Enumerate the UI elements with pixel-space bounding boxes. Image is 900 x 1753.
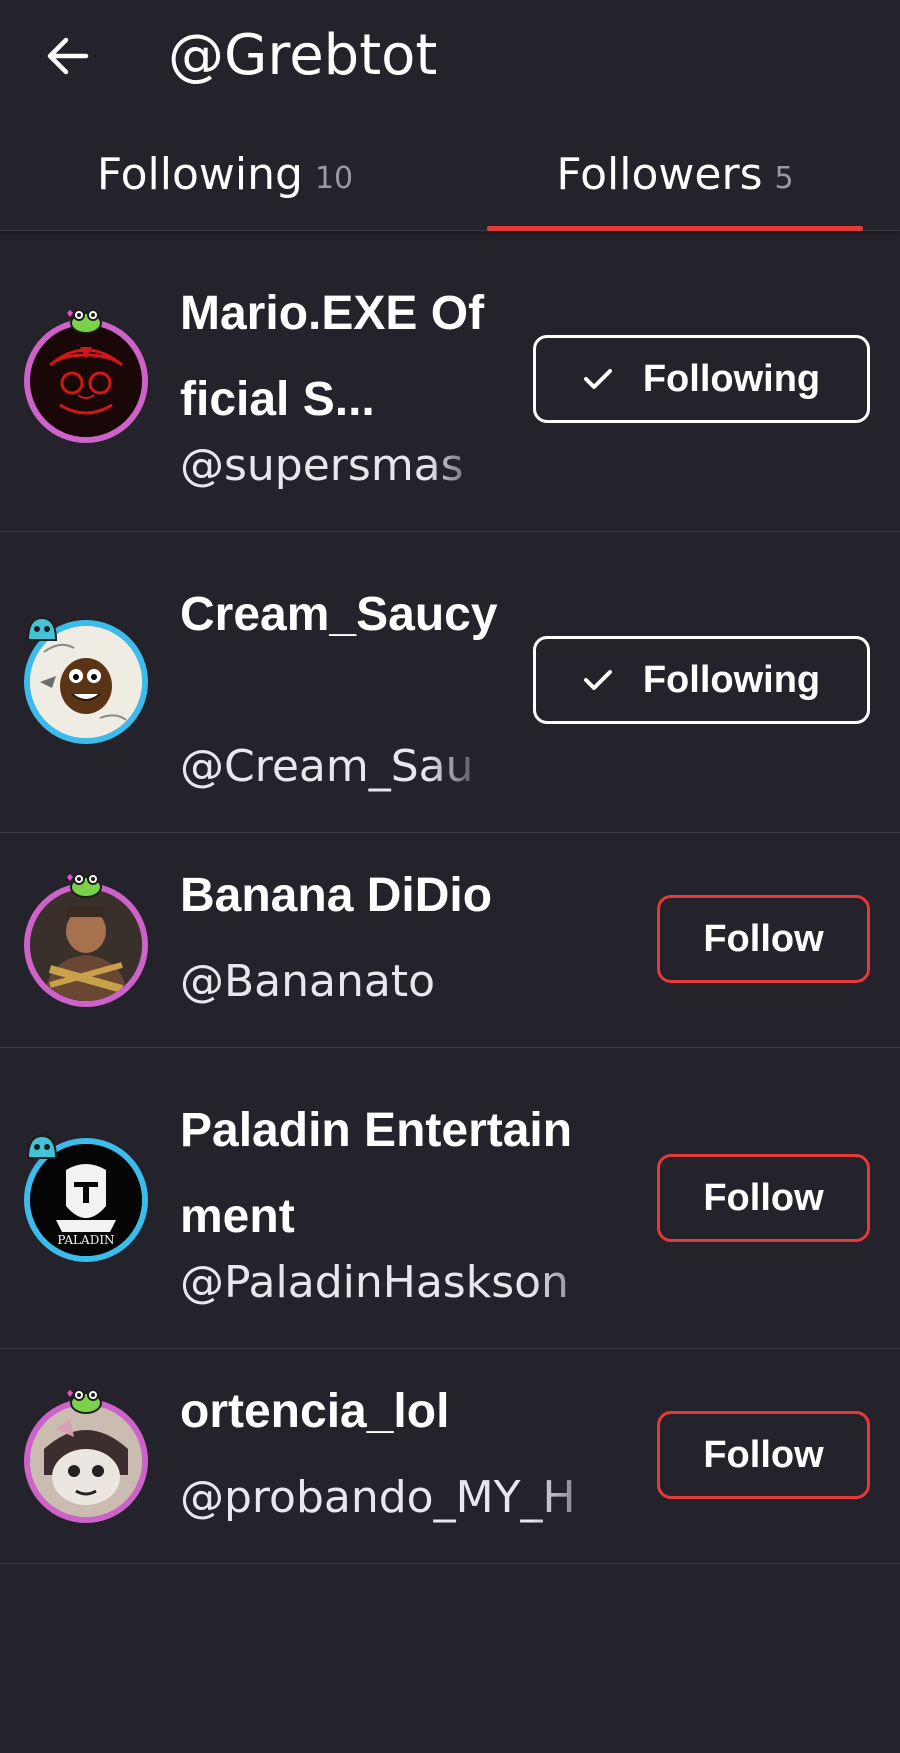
user-handle: @Cream_Sau — [180, 741, 474, 792]
avatar[interactable]: PALADIN — [24, 1134, 148, 1262]
following-button-label: Following — [642, 658, 821, 701]
following-button[interactable]: Following — [533, 636, 870, 724]
user-handle: @PaladinHaskson — [180, 1257, 569, 1308]
avatar[interactable] — [24, 309, 148, 443]
follow-button[interactable]: Follow — [657, 1411, 870, 1499]
avatar-image — [24, 1399, 148, 1523]
tab-bar: Following 10 Followers 5 — [0, 118, 900, 231]
follow-button[interactable]: Follow — [657, 895, 870, 983]
avatar-logo-text: PALADIN — [57, 1233, 114, 1247]
tab-followers[interactable]: Followers 5 — [450, 118, 900, 230]
arrow-left-icon — [47, 37, 89, 75]
list-item[interactable]: ortencia_lol @probando_MY_H Follow — [0, 1349, 900, 1564]
followers-list: Mario.EXE Official S... @supersmas Follo… — [0, 231, 900, 1564]
page-title: @Grebtot — [168, 23, 438, 88]
following-button-label: Following — [642, 357, 821, 400]
ghost-badge-icon — [26, 1134, 58, 1159]
avatar-image — [24, 319, 148, 443]
avatar-image — [24, 883, 148, 1007]
check-icon — [583, 668, 613, 692]
user-handle: @probando_MY_H — [180, 1472, 576, 1523]
user-name[interactable]: Banana DiDio — [180, 853, 600, 939]
user-name[interactable]: Paladin Entertainment — [180, 1088, 600, 1260]
following-button[interactable]: Following — [533, 335, 870, 423]
frog-badge-icon — [67, 309, 102, 334]
user-name[interactable]: Cream_Saucy — [180, 572, 500, 658]
tab-following-label: Following — [96, 148, 303, 200]
list-item[interactable]: Banana DiDio @Bananato Follow — [0, 833, 900, 1048]
avatar[interactable] — [24, 616, 148, 744]
user-name[interactable]: ortencia_lol — [180, 1369, 600, 1455]
list-item[interactable]: PALADIN Paladin Entertainment @PaladinHa… — [0, 1048, 900, 1349]
frog-badge-icon — [67, 1389, 102, 1414]
list-item[interactable]: Mario.EXE Official S... @supersmas Follo… — [0, 231, 900, 532]
tab-following-count: 10 — [314, 160, 354, 196]
back-button[interactable] — [40, 28, 96, 84]
user-name[interactable]: Mario.EXE Official S... — [180, 271, 500, 443]
avatar[interactable] — [24, 873, 148, 1007]
tab-followers-label: Followers — [556, 148, 763, 200]
tab-followers-count: 5 — [774, 160, 794, 196]
user-handle: @supersmas — [180, 440, 464, 491]
tab-following[interactable]: Following 10 — [0, 118, 450, 230]
follow-button[interactable]: Follow — [657, 1154, 870, 1242]
check-icon — [583, 367, 613, 391]
avatar[interactable] — [24, 1389, 148, 1523]
user-handle: @Bananato — [180, 956, 436, 1007]
ghost-badge-icon — [26, 616, 58, 641]
top-bar: @Grebtot — [0, 0, 900, 118]
list-item[interactable]: Cream_Saucy @Cream_Sau Following — [0, 532, 900, 833]
frog-badge-icon — [67, 873, 102, 898]
